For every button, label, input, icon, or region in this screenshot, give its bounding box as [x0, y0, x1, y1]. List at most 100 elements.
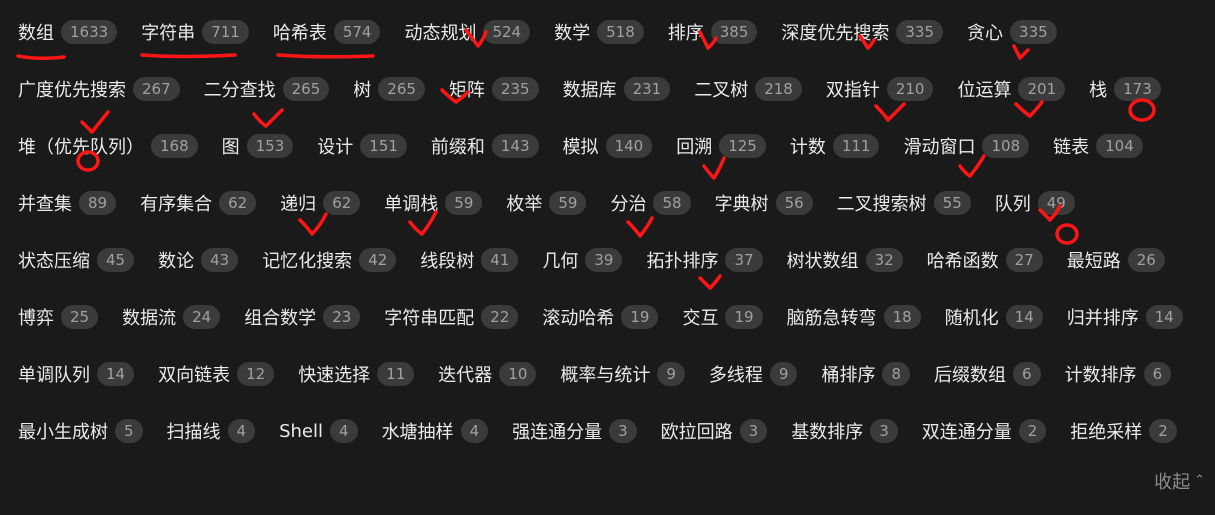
tag-item[interactable]: 贪心 335	[967, 14, 1057, 50]
tag-label: 数据库	[562, 80, 617, 101]
tag-label: 字符串匹配	[384, 308, 475, 329]
tag-count-badge: 32	[865, 248, 903, 272]
tag-item[interactable]: 滚动哈希 19	[542, 299, 659, 335]
tag-label: 单调栈	[384, 194, 439, 215]
tag-item[interactable]: 数据库 231	[563, 71, 671, 107]
tag-item[interactable]: 回溯 125	[676, 128, 766, 164]
tag-item[interactable]: 滑动窗口 108	[903, 128, 1030, 164]
tag-label: 滚动哈希	[542, 308, 615, 329]
tag-item[interactable]: 归并排序 14	[1067, 299, 1183, 335]
tag-item[interactable]: 后缀数组 6	[934, 356, 1041, 392]
tag-item[interactable]: 动态规划 524	[404, 14, 531, 50]
tag-list: 数组 1633 字符串 711 哈希表 574 动态规划 524 数学 518 排序 385 深度优先搜…	[18, 14, 1208, 449]
tag-count-badge: 62	[323, 191, 361, 215]
tag-item[interactable]: 记忆化搜索 42	[262, 242, 397, 278]
tag-label: 字符串	[141, 23, 196, 44]
tag-item[interactable]: 桶排序 8	[821, 356, 911, 392]
tag-item[interactable]: 迭代器 10	[438, 356, 537, 392]
tag-item[interactable]: 栈 173	[1089, 71, 1161, 107]
chevron-up-icon: ⌃	[1194, 472, 1205, 488]
tag-count-badge: 56	[775, 191, 813, 215]
tag-label: 树	[353, 80, 372, 101]
tag-item[interactable]: 有序集合 62	[140, 185, 257, 221]
tag-item[interactable]: 交互 19	[682, 299, 763, 335]
tag-item[interactable]: 哈希函数 27	[927, 242, 1043, 278]
tag-item[interactable]: 强连通分量 3	[512, 413, 637, 449]
tag-item[interactable]: 计数 111	[790, 128, 880, 164]
tag-item[interactable]: 二叉树 218	[694, 71, 802, 107]
tag-count-badge: 104	[1096, 134, 1143, 158]
tag-item[interactable]: 排序 385	[668, 14, 758, 50]
tag-item[interactable]: 数据流 24	[122, 299, 221, 335]
tag-item[interactable]: 双向链表 12	[158, 356, 275, 392]
tag-item[interactable]: 计数排序 6	[1065, 356, 1172, 392]
tag-item[interactable]: 随机化 14	[945, 299, 1043, 335]
tag-item[interactable]: 二叉搜索树 55	[837, 185, 971, 221]
tag-item[interactable]: 双指针 210	[826, 71, 934, 107]
tag-item[interactable]: 最短路 26	[1067, 242, 1165, 278]
tag-item[interactable]: 扫描线 4	[167, 413, 256, 449]
tag-label: 概率与统计	[560, 365, 651, 386]
tag-item[interactable]: 快速选择 11	[298, 356, 415, 392]
tag-item[interactable]: 概率与统计 9	[560, 356, 685, 392]
tag-item[interactable]: 组合数学 23	[244, 299, 361, 335]
tag-item[interactable]: 位运算 201	[957, 71, 1066, 107]
tag-item[interactable]: 字典树 56	[715, 185, 813, 221]
tag-item[interactable]: 哈希表 574	[273, 14, 381, 50]
tag-item[interactable]: 最小生成树 5	[18, 413, 143, 449]
tag-item[interactable]: 图 153	[222, 128, 294, 164]
tag-item[interactable]: 树 265	[353, 71, 425, 107]
tag-count-badge: 4	[227, 419, 256, 443]
tag-item[interactable]: 链表 104	[1053, 128, 1143, 164]
tag-item[interactable]: 队列 49	[995, 185, 1075, 221]
tag-item[interactable]: 数组 1633	[18, 14, 118, 50]
tag-item[interactable]: 单调栈 59	[384, 185, 483, 221]
tag-item[interactable]: 树状数组 32	[787, 242, 903, 278]
tag-label: 记忆化搜索	[262, 251, 353, 272]
tag-item[interactable]: 水塘抽样 4	[382, 413, 489, 449]
tag-label: 贪心	[967, 23, 1004, 44]
tag-item[interactable]: 双连通分量 2	[922, 413, 1047, 449]
tag-item[interactable]: 前缀和 143	[431, 128, 539, 164]
collapse-button[interactable]: 收起 ⌃	[1154, 468, 1205, 494]
tag-label: Shell	[279, 420, 324, 442]
tag-item[interactable]: 矩阵 235	[449, 71, 539, 107]
tag-item[interactable]: 状态压缩 45	[18, 242, 135, 278]
tag-item[interactable]: 欧拉回路 3	[661, 413, 768, 449]
tag-label: 二叉搜索树	[836, 194, 927, 215]
tag-item[interactable]: 几何 39	[542, 242, 623, 278]
tag-item[interactable]: 枚举 59	[506, 185, 587, 221]
tag-item[interactable]: 数论 43	[158, 242, 239, 278]
tag-label: 堆（优先队列）	[18, 137, 144, 158]
tag-item[interactable]: 递归 62	[280, 185, 361, 221]
tag-item[interactable]: 单调队列 14	[18, 356, 135, 392]
tag-label: 哈希表	[272, 23, 327, 44]
tag-label: 基数排序	[791, 422, 864, 443]
tag-label: 动态规划	[404, 23, 477, 44]
tag-label: 递归	[280, 194, 317, 215]
tag-item[interactable]: 博弈 25	[18, 299, 99, 335]
tag-item[interactable]: 脑筋急转弯 18	[787, 299, 921, 335]
tag-item[interactable]: 广度优先搜索 267	[18, 71, 180, 107]
tag-item[interactable]: 深度优先搜索 335	[781, 14, 944, 50]
tag-item[interactable]: 拓扑排序 37	[646, 242, 763, 278]
tag-item[interactable]: 分治 58	[610, 185, 691, 221]
tag-count-badge: 2	[1149, 419, 1177, 443]
tag-item[interactable]: 线段树 41	[420, 242, 519, 278]
tag-item[interactable]: 堆（优先队列） 168	[18, 128, 198, 164]
tag-label: 迭代器	[438, 365, 493, 386]
tag-count-badge: 6	[1013, 362, 1041, 386]
tag-item[interactable]: 模拟 140	[563, 128, 653, 164]
tag-item[interactable]: 二分查找 265	[204, 71, 330, 107]
tag-item[interactable]: 数学 518	[554, 14, 644, 50]
tag-label: 双指针	[825, 80, 880, 101]
tag-item[interactable]: 拒绝采样 2	[1070, 413, 1177, 449]
tag-item[interactable]: 字符串匹配 22	[384, 299, 519, 335]
tag-item[interactable]: Shell 4	[279, 413, 358, 449]
tag-count-badge: 9	[769, 362, 798, 386]
tag-item[interactable]: 设计 151	[317, 128, 407, 164]
tag-item[interactable]: 多线程 9	[709, 356, 798, 392]
tag-item[interactable]: 字符串 711	[141, 14, 249, 50]
tag-item[interactable]: 基数排序 3	[791, 413, 898, 449]
tag-item[interactable]: 并查集 89	[18, 185, 117, 221]
